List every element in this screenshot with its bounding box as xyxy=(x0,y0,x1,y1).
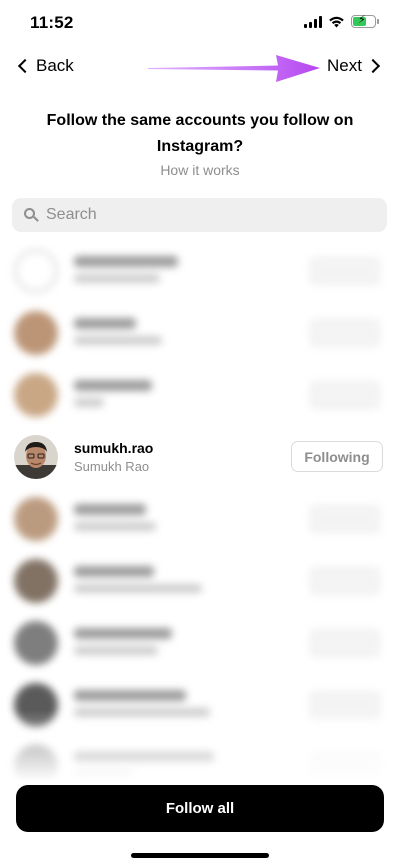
follow-button[interactable] xyxy=(310,381,380,409)
blurred-username xyxy=(74,256,178,267)
account-row-blurred[interactable] xyxy=(0,364,400,426)
avatar xyxy=(14,559,58,603)
avatar xyxy=(14,373,58,417)
account-row-blurred[interactable] xyxy=(0,240,400,302)
blurred-username xyxy=(74,318,136,329)
follow-button[interactable] xyxy=(310,505,380,533)
blurred-fullname xyxy=(74,274,160,283)
blurred-fullname xyxy=(74,646,158,655)
avatar xyxy=(14,311,58,355)
blurred-fullname xyxy=(74,522,156,531)
blurred-fullname xyxy=(74,584,202,593)
account-username: sumukh.rao xyxy=(74,440,154,456)
status-time: 11:52 xyxy=(30,13,74,32)
account-row-blurred[interactable] xyxy=(0,488,400,550)
avatar xyxy=(14,249,58,293)
follow-button[interactable] xyxy=(310,629,380,657)
account-fullname: Sumukh Rao xyxy=(74,459,150,474)
chevron-right-icon xyxy=(365,58,381,74)
follow-button[interactable] xyxy=(310,257,380,285)
how-it-works-link[interactable]: How it works xyxy=(0,162,400,178)
follow-all-button[interactable]: Follow all xyxy=(16,785,384,832)
wifi-icon xyxy=(329,16,344,28)
signal-icon xyxy=(304,15,322,28)
account-row-blurred[interactable] xyxy=(0,612,400,674)
avatar xyxy=(14,621,58,665)
blurred-username xyxy=(74,566,154,577)
home-indicator[interactable] xyxy=(131,853,269,858)
status-bar: 11:52 ⚡ xyxy=(0,0,400,46)
search-bar[interactable] xyxy=(12,198,387,232)
avatar xyxy=(14,435,58,479)
account-row-blurred[interactable] xyxy=(0,302,400,364)
blurred-username xyxy=(74,504,146,515)
status-icons: ⚡ xyxy=(304,14,379,28)
avatar xyxy=(14,497,58,541)
search-icon xyxy=(24,208,39,222)
account-row-blurred[interactable] xyxy=(0,550,400,612)
next-label: Next xyxy=(327,56,362,75)
blurred-username xyxy=(74,380,152,391)
battery-charging-icon: ⚡ xyxy=(351,14,379,28)
chevron-left-icon xyxy=(17,58,33,74)
search-input[interactable] xyxy=(46,206,366,224)
blurred-fullname xyxy=(74,336,162,345)
back-button[interactable]: Back xyxy=(16,56,74,76)
following-button[interactable]: Following xyxy=(291,441,383,472)
account-row-sumukh-rao[interactable]: sumukh.rao Sumukh Rao Following xyxy=(0,426,400,488)
back-label: Back xyxy=(36,56,74,75)
follow-button[interactable] xyxy=(310,319,380,347)
annotation-arrow-icon xyxy=(148,55,320,82)
blurred-username xyxy=(74,690,186,701)
blurred-fullname xyxy=(74,398,104,407)
next-button[interactable]: Next xyxy=(327,56,382,76)
page-title: Follow the same accounts you follow on I… xyxy=(46,112,354,155)
blurred-username xyxy=(74,628,172,639)
follow-button[interactable] xyxy=(310,567,380,595)
